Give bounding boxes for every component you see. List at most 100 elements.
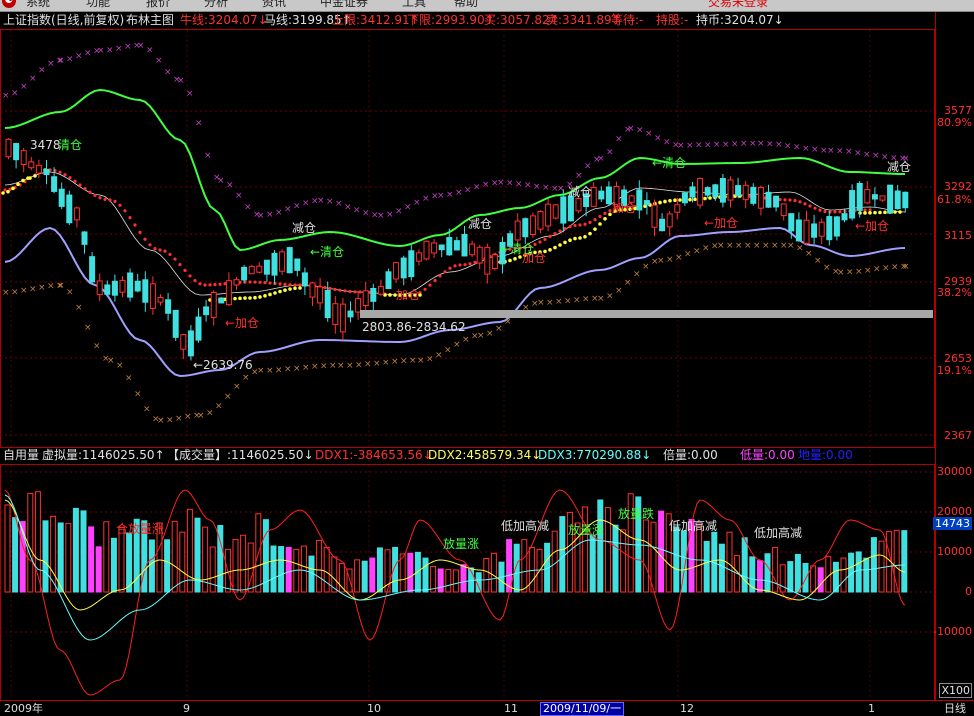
outer-band-mark: × [787,241,795,251]
outer-band-mark: × [47,282,55,292]
outer-band-mark: × [744,241,752,251]
outer-band-mark: × [771,241,779,251]
volume-bar [285,547,292,593]
outer-band-mark: × [462,335,470,345]
candlestick [735,185,742,197]
candlestick [28,161,35,169]
candlestick [210,292,217,318]
candlestick [408,250,415,278]
volume-bar [72,507,79,593]
reduce-label: 减仓 [292,221,316,235]
outer-band-mark: × [762,241,770,251]
candlestick [134,280,141,292]
buy-dot [883,210,887,215]
candlestick [355,298,362,313]
volume-bar [126,532,133,593]
volume-bar [718,543,725,593]
outer-band-mark: × [266,210,274,220]
signal-dot [603,211,607,215]
outer-band-mark: × [125,374,133,384]
outer-band-mark: × [855,267,863,277]
outer-band-mark: × [642,262,650,272]
outer-band-mark: × [524,181,532,191]
outer-band-mark: × [257,366,265,376]
outer-band-mark: × [704,140,712,150]
outer-band-mark: × [446,190,454,200]
volume-bar [42,520,49,593]
candlestick [370,287,377,302]
candlestick [81,231,88,245]
buy-dot [238,296,242,301]
outer-band-mark: × [97,46,105,56]
candlestick [780,203,787,217]
outer-band-mark: × [636,125,644,135]
buy-dot [278,289,282,294]
buy-dot [6,189,10,194]
outer-band-mark: × [453,340,461,350]
volume-bar [810,565,817,593]
outer-band-mark: × [731,139,739,149]
outer-band-mark: × [486,329,494,339]
signal-dot [73,179,77,183]
candlestick [104,284,111,295]
candlestick [423,240,430,260]
low-add-high-reduce-label: 低加高减 [669,518,717,533]
candlestick [43,168,50,176]
buy-dot [388,293,392,297]
candlestick [681,192,688,204]
signal-dot [198,282,202,286]
candlestick [674,204,681,213]
candlestick [469,243,476,256]
buy-dot [703,196,707,201]
outer-band-mark: × [93,342,101,352]
low-price-label: ←2639.76 [193,358,253,372]
outer-band-mark: × [677,141,685,151]
outer-band-mark: × [84,48,92,58]
indicator-field: DDX1:-384653.56↓ [315,448,433,462]
signal-dot [278,282,282,286]
volume-fall-label: 放量跌 [618,506,654,521]
outer-band-mark: × [311,362,319,372]
volume-bar [232,538,239,593]
outer-band-mark: × [749,139,757,149]
signal-dot [188,274,192,278]
volume-bar [597,499,604,593]
candlestick [248,265,255,275]
volume-bar [582,506,589,593]
outer-band-mark: × [515,179,523,189]
candlestick [96,280,103,296]
outer-band-mark: × [796,243,804,253]
candlestick [149,283,156,309]
candlestick [795,219,802,242]
add-position-label: ←加仓 [225,316,259,330]
outer-band-mark: × [872,151,880,161]
signal-dot [833,210,837,214]
chart-canvas[interactable]: × ××××× ×× × × × ×× × × × ×× ×××××××××× ××××× × × × × × ××… [0,0,974,715]
indicator-name[interactable]: 布林主图 [126,12,174,29]
buy-dot [568,238,572,242]
volume-bar [756,560,763,593]
candlestick [765,191,772,208]
outer-band-mark: × [206,408,214,418]
buy-dot [1,191,5,195]
signal-dot [283,282,287,286]
signal-dot [838,210,842,214]
indicator-field: 持币:3204.07↓ [696,13,784,27]
axis-label-191: 19.1% [937,364,972,377]
outer-band-mark: × [455,188,463,198]
buy-dot [573,236,577,241]
buy-dot [513,257,517,261]
candlestick [887,184,894,214]
candlestick [195,316,202,341]
volume-bar [95,546,102,593]
volume-bar [57,522,64,593]
volume-panel-title[interactable]: 自用量 [3,447,39,464]
outer-band-mark: × [654,134,662,144]
outer-band-mark: × [226,181,234,191]
volume-bar [642,519,649,593]
buy-dot [583,234,587,239]
candlestick [560,196,567,224]
candlestick [157,297,164,303]
candlestick [339,303,346,333]
buy-dot [263,294,267,298]
